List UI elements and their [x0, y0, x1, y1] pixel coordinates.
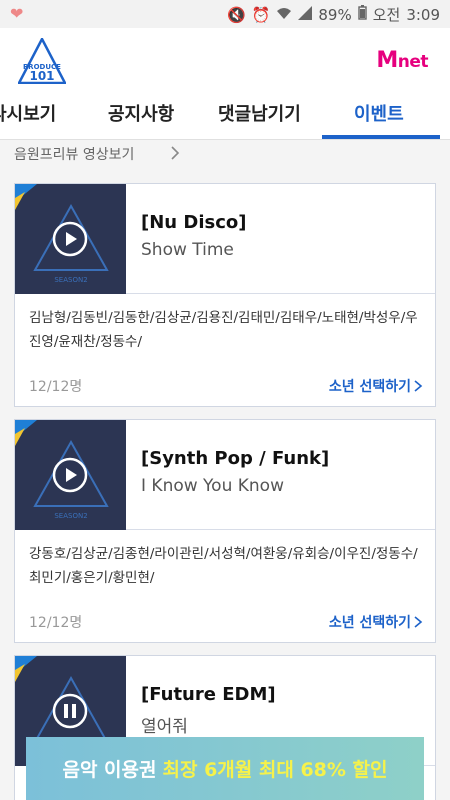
song-title: 열어줘 — [141, 717, 188, 737]
play-icon[interactable] — [52, 221, 88, 257]
song-card: SEASON2 [Synth Pop / Funk] I Know You Kn… — [14, 419, 436, 643]
pause-icon[interactable] — [52, 693, 88, 729]
select-boy-button[interactable]: 소년 선택하기 — [329, 612, 423, 632]
song-title: I Know You Know — [141, 476, 284, 496]
battery-icon — [358, 5, 367, 24]
signal-icon — [298, 5, 313, 24]
active-tab-indicator — [322, 135, 440, 139]
svg-text:SEASON2: SEASON2 — [54, 512, 87, 520]
song-genre: [Synth Pop / Funk] — [141, 448, 330, 469]
chevron-right-icon — [414, 616, 423, 628]
heart-notification-icon: ❤ — [10, 4, 24, 23]
svg-text:101: 101 — [29, 69, 54, 83]
tab-notice[interactable]: 공지사항 — [108, 100, 174, 126]
select-boy-label: 소년 선택하기 — [328, 615, 411, 631]
song-card-footer: 12/12명 소년 선택하기 — [15, 602, 435, 642]
time-ampm: 오전 — [372, 6, 401, 24]
select-boy-button[interactable]: 소년 선택하기 — [329, 376, 423, 396]
song-card-header: SEASON2 [Synth Pop / Funk] I Know You Kn… — [15, 420, 435, 530]
banner-text: 음악 이용권 — [62, 759, 157, 781]
song-card-footer: 12/12명 소년 선택하기 — [15, 366, 435, 406]
banner-highlight: 최장 6개월 최대 68% 할인 — [162, 759, 388, 781]
music-pass-promo-banner[interactable]: 음악 이용권 최장 6개월 최대 68% 할인 — [26, 737, 424, 800]
song-genre: [Nu Disco] — [141, 212, 247, 233]
video-thumbnail[interactable]: SEASON2 — [15, 420, 126, 530]
song-title: Show Time — [141, 240, 234, 260]
select-boy-label: 소년 선택하기 — [328, 379, 411, 395]
tab-comments[interactable]: 댓글남기기 — [218, 100, 301, 126]
song-card-header: SEASON2 [Nu Disco] Show Time — [15, 184, 435, 294]
chevron-right-icon — [414, 380, 423, 392]
status-icons: 🔇 ⏰ 89% 오전 3:09 — [227, 4, 440, 25]
chevron-right-icon[interactable] — [168, 146, 182, 160]
song-card: SEASON2 [Nu Disco] Show Time 김남형/김동빈/김동한… — [14, 183, 436, 407]
tab-bar: 다시보기 공지사항 댓글남기기 이벤트 — [0, 90, 450, 140]
music-preview-link[interactable]: 음원프리뷰 영상보기 — [14, 144, 134, 166]
wifi-icon — [276, 6, 292, 24]
svg-text:SEASON2: SEASON2 — [54, 276, 87, 284]
mnet-logo[interactable]: Mnet — [376, 48, 428, 73]
produce-101-logo[interactable]: PRODUCE 101 — [18, 38, 66, 84]
member-count: 12/12명 — [29, 615, 83, 631]
member-count: 12/12명 — [29, 379, 83, 395]
play-icon[interactable] — [52, 457, 88, 493]
member-list: 강동호/김상균/김종현/라이관린/서성혁/여환웅/유회승/이우진/정동수/최민기… — [29, 546, 418, 586]
tab-event[interactable]: 이벤트 — [354, 100, 404, 126]
member-list: 김남형/김동빈/김동한/김상균/김용진/김태민/김태우/노태현/박성우/우진영/… — [29, 310, 418, 350]
video-thumbnail[interactable]: SEASON2 — [15, 184, 126, 294]
mute-icon: 🔇 — [226, 5, 246, 24]
battery-percent: 89% — [318, 5, 352, 24]
alarm-icon: ⏰ — [251, 5, 271, 24]
time-clock: 3:09 — [406, 5, 440, 24]
status-bar: ❤ 🔇 ⏰ 89% 오전 3:09 — [0, 0, 450, 28]
song-genre: [Future EDM] — [141, 684, 276, 705]
tab-replay[interactable]: 다시보기 — [0, 100, 56, 126]
